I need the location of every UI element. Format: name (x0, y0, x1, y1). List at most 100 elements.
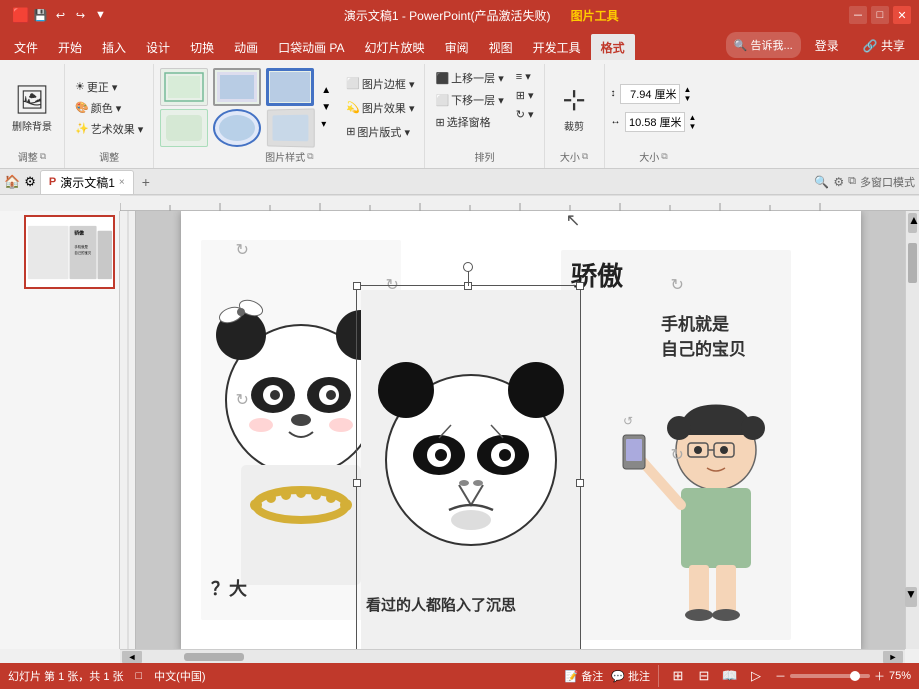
zoom-plus[interactable]: ＋ (874, 668, 885, 684)
adjust-expand-icon[interactable]: ⧉ (40, 151, 46, 162)
height-input[interactable] (620, 84, 680, 104)
horizontal-scrollbar[interactable]: ◄ ► (120, 649, 905, 663)
redo-button[interactable]: ↪ (71, 6, 89, 24)
width-down[interactable]: ▼ (689, 122, 697, 131)
mouse-cursor: ↖ (566, 211, 581, 231)
style-thumb-3[interactable] (266, 68, 314, 106)
multi-window-label[interactable]: 多窗口模式 (860, 174, 915, 190)
rotate-line (468, 270, 469, 286)
handle-top-left[interactable] (353, 282, 361, 290)
handle-middle-left[interactable] (353, 479, 361, 487)
close-button[interactable]: ✕ (893, 6, 911, 24)
remove-background-button[interactable]: 🖼 删除背景 (6, 78, 58, 138)
more-button[interactable]: ▼ (91, 6, 109, 24)
align-button[interactable]: ≡ ▾ (512, 68, 538, 85)
comments-button[interactable]: 💬 批注 (611, 668, 650, 684)
doc-tab-1[interactable]: P 演示文稿1 × (40, 170, 134, 194)
width-input[interactable] (625, 112, 685, 132)
tab-transitions[interactable]: 切换 (180, 34, 224, 60)
selection-box[interactable] (356, 285, 581, 649)
scrollbar-h-thumb[interactable] (184, 653, 244, 661)
styles-down-button[interactable]: ▼ (319, 100, 333, 115)
view-normal-button[interactable]: ⊞ (667, 665, 689, 687)
scrollbar-h-left[interactable]: ◄ (122, 651, 142, 663)
login-button[interactable]: 登录 (805, 32, 849, 58)
style-thumb-6[interactable] (267, 108, 315, 147)
svg-text:自己的宝贝: 自己的宝贝 (661, 339, 746, 359)
tab-pa[interactable]: 口袋动画 PA (268, 34, 354, 60)
zoom-slider[interactable] (790, 674, 870, 678)
corrections-button[interactable]: ☀ 更正 ▾ (71, 77, 147, 97)
scrollbar-v-up[interactable]: ▲ (908, 213, 917, 233)
tab-developer[interactable]: 开发工具 (523, 34, 591, 60)
styles-more-button[interactable]: ▾ (319, 117, 333, 132)
color-button[interactable]: 🎨 颜色 ▾ (71, 98, 147, 118)
bring-forward-icon: ⬛ (435, 72, 449, 85)
tab-insert[interactable]: 插入 (92, 34, 136, 60)
tab-format[interactable]: 格式 (591, 34, 635, 60)
undo-button[interactable]: ↩ (51, 6, 69, 24)
tell-me-button[interactable]: 🔍 告诉我... (726, 32, 801, 58)
tab-animations[interactable]: 动画 (224, 34, 268, 60)
view-slideshow-button[interactable]: ⊟ (693, 665, 715, 687)
picture-effects-button[interactable]: 💫 图片效果 ▾ (342, 98, 418, 118)
view-present-button[interactable]: ▷ (745, 665, 767, 687)
scrollbar-v-thumb[interactable] (908, 243, 917, 283)
bring-forward-button[interactable]: ⬛ 上移一层 ▾ (431, 68, 507, 88)
style-thumb-4[interactable] (160, 109, 208, 147)
height-down[interactable]: ▼ (684, 94, 692, 103)
picture-layout-button[interactable]: ⊞ 图片版式 ▾ (342, 122, 418, 142)
zoom-minus[interactable]: － (775, 668, 786, 684)
vertical-scrollbar[interactable]: ▲ ▼ (905, 211, 919, 649)
height-spinner[interactable]: ▲ ▼ (684, 85, 692, 103)
width-spinner[interactable]: ▲ ▼ (689, 113, 697, 131)
save-button[interactable]: 💾 (31, 6, 49, 24)
size-content: ↕ ▲ ▼ ↔ ▲ ▼ (611, 68, 697, 147)
styles-nav: ▲ ▼ ▾ (319, 83, 333, 132)
styles-up-button[interactable]: ▲ (319, 83, 333, 98)
tab-home[interactable]: 开始 (48, 34, 92, 60)
style-thumb-5[interactable] (213, 109, 261, 147)
minimize-button[interactable]: － (849, 6, 867, 24)
selection-pane-button[interactable]: ⊞ 选择窗格 (431, 112, 507, 132)
scrollbar-v-down[interactable]: ▼ (905, 587, 917, 607)
artistic-effects-button[interactable]: ✨ 艺术效果 ▾ (71, 119, 147, 139)
size-expand-icon[interactable]: ⧉ (582, 151, 588, 162)
scrollbar-h-right[interactable]: ► (883, 651, 903, 663)
tab-design[interactable]: 设计 (136, 34, 180, 60)
handle-top-right[interactable] (576, 282, 584, 290)
maximize-button[interactable]: □ (871, 6, 889, 24)
slide-thumbnail-1[interactable]: 骄傲 手机就是 自己的宝贝 (24, 215, 115, 289)
image-styles-expand-icon[interactable]: ⧉ (307, 151, 313, 162)
zoom-level[interactable]: 75% (889, 670, 911, 682)
rotate-button[interactable]: ↻ ▾ (512, 106, 538, 123)
style-thumb-2[interactable] (213, 68, 261, 106)
tab-view[interactable]: 视图 (479, 34, 523, 60)
canvas-inner: ？大 (136, 211, 905, 649)
style-grid (160, 68, 316, 147)
doc-tabs-bar: 🏠 ⚙ P 演示文稿1 × + 🔍 ⚙ ⧉ 多窗口模式 (0, 169, 919, 195)
add-tab-button[interactable]: + (136, 172, 156, 192)
crop-button[interactable]: ⊹ 裁剪 (552, 78, 597, 138)
tab-file[interactable]: 文件 (4, 34, 48, 60)
size-expand-icon2[interactable]: ⧉ (661, 151, 667, 162)
app-icon: 🟥 (12, 7, 29, 24)
picture-border-button[interactable]: ⬜ 图片边框 ▾ (342, 74, 418, 94)
slide-canvas[interactable]: ？大 (181, 211, 861, 649)
send-backward-button[interactable]: ⬜ 下移一层 ▾ (431, 90, 507, 110)
tab-bar-right: 🔍 ⚙ ⧉ 多窗口模式 (814, 174, 915, 190)
rotate-handle[interactable] (463, 262, 473, 272)
doc-tab-close[interactable]: × (119, 177, 125, 188)
height-up[interactable]: ▲ (684, 85, 692, 94)
tab-review[interactable]: 审阅 (435, 34, 479, 60)
notes-button[interactable]: 📝 备注 (564, 668, 603, 684)
tab-slideshow[interactable]: 幻灯片放映 (355, 34, 435, 60)
restore-window-icon[interactable]: ⧉ (848, 175, 856, 188)
handle-middle-right[interactable] (576, 479, 584, 487)
adjust-group-label2: 调整 (71, 149, 147, 164)
view-reading-button[interactable]: 📖 (719, 665, 741, 687)
width-up[interactable]: ▲ (689, 113, 697, 122)
group-button[interactable]: ⊞ ▾ (512, 87, 538, 104)
share-button[interactable]: 🔗 共享 (853, 32, 915, 58)
style-thumb-1[interactable] (160, 68, 208, 106)
